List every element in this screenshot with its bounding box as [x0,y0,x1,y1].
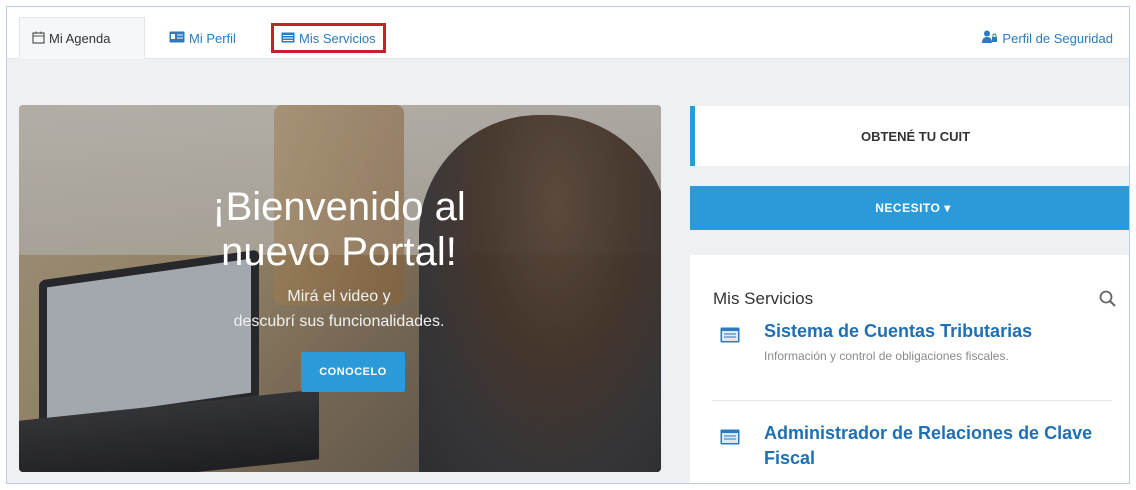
service-name[interactable]: Administrador de Relaciones de Clave Fis… [764,421,1124,471]
banner-title-line-1: ¡Bienvenido al [212,185,466,229]
service-window-icon [720,327,740,343]
tab-mi-agenda-label: Mi Agenda [49,31,111,46]
tab-mi-perfil-label: Mi Perfil [189,30,236,46]
service-name[interactable]: Sistema de Cuentas Tributarias [764,319,1124,344]
banner-subtitle-line-2: descubrí sus funcionalidades. [233,313,445,330]
banner-subtitle-line-1: Mirá el video y [287,288,391,305]
tab-mis-servicios[interactable]: Mis Servicios [271,23,386,53]
tab-perfil-seguridad[interactable]: Perfil de Seguridad [970,17,1125,59]
service-description: Información y control de obligaciones fi… [764,349,1009,363]
tab-mis-servicios-label: Mis Servicios [299,30,376,46]
mis-servicios-title: Mis Servicios [713,289,814,308]
portal-frame: Mi Agenda Mi Perfil Mis Servicios Perfil… [6,6,1130,484]
conocelo-button[interactable]: CONOCELO [301,352,405,392]
search-icon[interactable] [1098,289,1118,309]
id-card-icon [169,31,185,46]
tab-bar: Mi Agenda Mi Perfil Mis Servicios Perfil… [7,7,1129,59]
mis-servicios-panel: Mis Servicios Sistema de Cuentas Tributa… [690,255,1129,483]
banner-title-line-2: nuevo Portal! [221,230,457,274]
banner-subtitle: Mirá el video y descubrí sus funcionalid… [179,284,499,334]
tab-perfil-seguridad-label: Perfil de Seguridad [1002,30,1113,46]
tab-mi-agenda[interactable]: Mi Agenda [19,17,145,59]
list-icon [281,31,295,46]
obtene-cuit-card[interactable]: OBTENÉ TU CUIT [690,106,1129,166]
service-window-icon [720,429,740,445]
necesito-dropdown-button[interactable]: NECESITO ▾ [690,186,1129,230]
tab-mi-perfil[interactable]: Mi Perfil [157,17,248,59]
calendar-icon [32,31,45,47]
user-lock-icon [982,30,998,46]
welcome-banner: ¡Bienvenido al nuevo Portal! Mirá el vid… [19,105,661,472]
banner-title: ¡Bienvenido al nuevo Portal! [179,185,499,275]
service-divider [712,400,1112,401]
